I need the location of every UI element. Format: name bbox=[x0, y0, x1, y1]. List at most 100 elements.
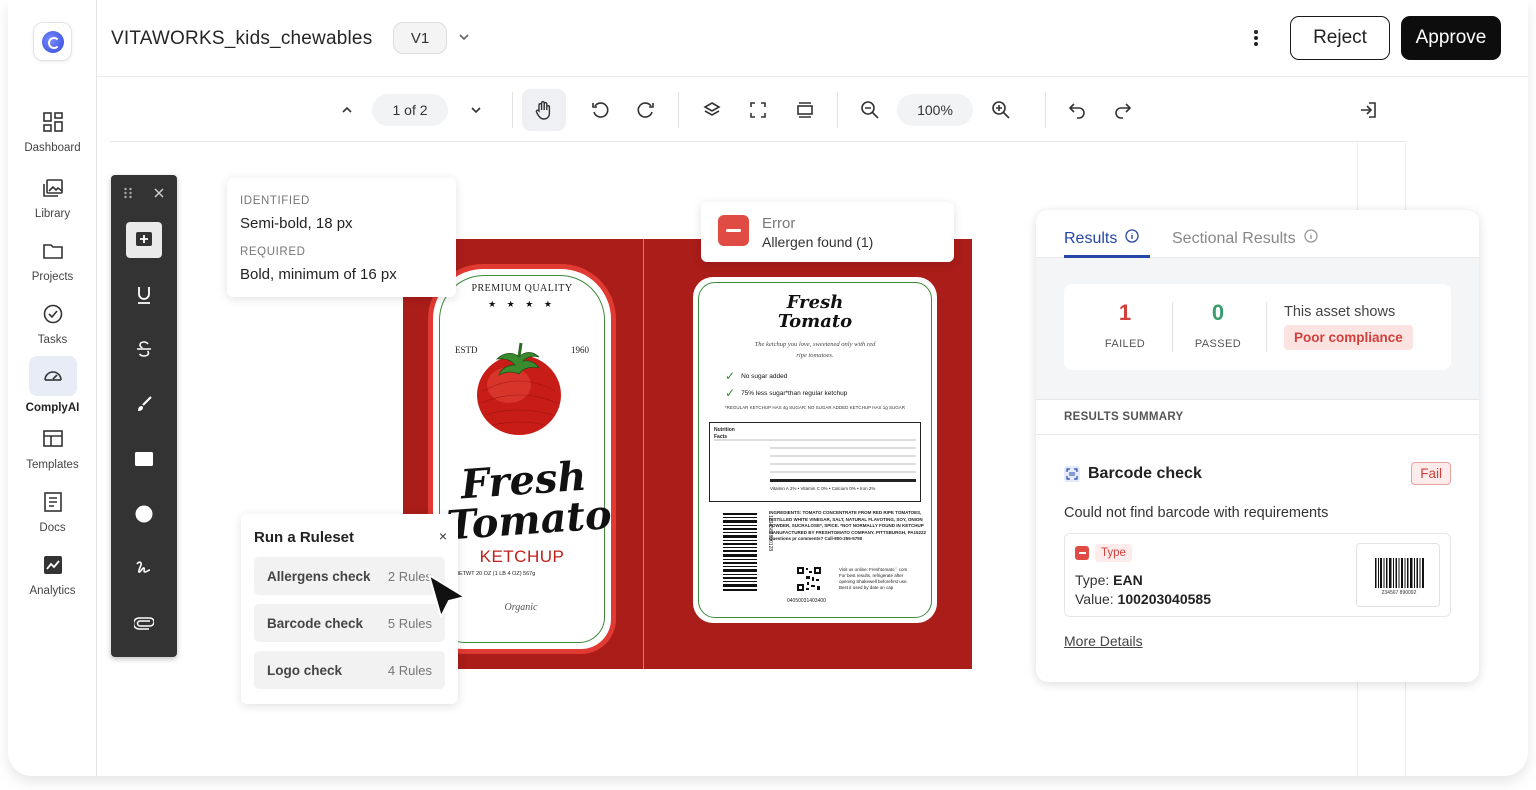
ruleset-name: Barcode check bbox=[267, 615, 364, 631]
attachment-icon[interactable] bbox=[126, 605, 162, 641]
nutrition-row bbox=[770, 471, 916, 473]
failed-count: 1 bbox=[1118, 300, 1132, 325]
questions-text: Questions pr comments? Call-800-255-5750 bbox=[769, 536, 863, 541]
tomato-illustration bbox=[477, 342, 561, 435]
nutrition-row bbox=[770, 463, 916, 465]
barcode-caption: 234567 890092 bbox=[1382, 590, 1417, 596]
underline-icon[interactable] bbox=[126, 277, 162, 313]
brush-icon[interactable] bbox=[126, 386, 162, 422]
failed-label: FAILED bbox=[1104, 338, 1146, 350]
rotate-left-icon[interactable] bbox=[588, 94, 612, 126]
compliance-badge: Poor compliance bbox=[1284, 325, 1413, 350]
error-icon bbox=[718, 215, 749, 246]
rectangle-icon[interactable] bbox=[126, 441, 162, 477]
status-badge: Fail bbox=[1411, 462, 1451, 485]
zoom-out-icon[interactable] bbox=[858, 94, 882, 126]
allergen-error-toast[interactable]: Error Allergen found (1) bbox=[701, 202, 954, 262]
chevron-down-icon[interactable] bbox=[464, 94, 488, 126]
barcode-graphic: 234567 890092 bbox=[1375, 558, 1424, 596]
premium-quality-text: PREMIUM QUALITY bbox=[471, 283, 573, 294]
chevron-up-icon[interactable] bbox=[335, 94, 359, 126]
check-description: Could not find barcode with requirements bbox=[1064, 505, 1329, 521]
app-logo[interactable] bbox=[33, 22, 72, 61]
ruleset-name: Logo check bbox=[267, 662, 343, 678]
label-artwork[interactable]: PREMIUM QUALITY ★ ★ ★ ★ ESTD 1960 Fresh … bbox=[403, 239, 972, 669]
zoom-level[interactable]: 100% bbox=[897, 94, 973, 126]
redo-icon[interactable] bbox=[1111, 94, 1135, 126]
sidebar-item-docs[interactable]: Docs bbox=[8, 490, 97, 534]
ruleset-count: 5 Rules bbox=[387, 615, 432, 631]
app-window: Dashboard Library Projects Tasks ComplyA… bbox=[8, 0, 1528, 776]
type-issue-badge: Type bbox=[1075, 544, 1132, 562]
folder-icon bbox=[41, 239, 65, 263]
sidebar-item-label: Analytics bbox=[29, 585, 76, 597]
chevron-down-icon[interactable] bbox=[457, 30, 471, 49]
ruleset-title: Run a Ruleset bbox=[254, 529, 355, 546]
analytics-icon bbox=[41, 553, 65, 577]
collapse-panel-icon[interactable] bbox=[1356, 94, 1380, 126]
circle-icon[interactable] bbox=[126, 496, 162, 532]
sidebar-item-library[interactable]: Library bbox=[8, 176, 97, 220]
back-label: Fresh Tomato The ketchup you love, sweet… bbox=[693, 277, 937, 623]
toolbar-divider bbox=[678, 92, 679, 128]
toolbar-divider bbox=[837, 92, 838, 128]
more-options-icon[interactable] bbox=[1252, 28, 1260, 53]
mouse-cursor-icon bbox=[428, 574, 466, 618]
close-icon[interactable]: × bbox=[439, 528, 447, 544]
tab-results[interactable]: Results bbox=[1064, 229, 1140, 248]
qr-number: 04050031403400 bbox=[787, 598, 826, 604]
fit-page-icon[interactable] bbox=[793, 94, 817, 126]
sidebar-item-projects[interactable]: Projects bbox=[8, 239, 97, 283]
ruleset-item-logo[interactable]: Logo check 4 Rules bbox=[254, 651, 445, 689]
rotate-right-icon[interactable] bbox=[634, 94, 658, 126]
required-value: Bold, minimum of 16 px bbox=[240, 266, 397, 283]
viewer-toolbar: 1 of 2 100% bbox=[110, 78, 1406, 142]
toolbar-divider bbox=[512, 92, 513, 128]
fullscreen-icon[interactable] bbox=[746, 94, 770, 126]
info-icon[interactable] bbox=[1303, 229, 1318, 248]
approve-button[interactable]: Approve bbox=[1401, 16, 1501, 60]
nutrition-row bbox=[770, 479, 916, 482]
type-value: EAN bbox=[1113, 572, 1143, 588]
ruleset-item-allergens[interactable]: Allergens check 2 Rules bbox=[254, 557, 445, 595]
artwork-fold-line bbox=[643, 239, 644, 669]
more-details-link[interactable]: More Details bbox=[1064, 633, 1143, 649]
nutrition-row bbox=[770, 447, 916, 449]
palette-header bbox=[111, 175, 177, 215]
error-icon bbox=[1075, 546, 1089, 560]
strikethrough-icon[interactable] bbox=[126, 331, 162, 367]
layers-icon[interactable] bbox=[700, 94, 724, 126]
signature-icon[interactable] bbox=[126, 550, 162, 586]
gauge-icon bbox=[28, 356, 77, 396]
sidebar-item-label: Dashboard bbox=[24, 142, 81, 154]
close-icon[interactable] bbox=[153, 186, 165, 204]
organic-stamp: Organic bbox=[504, 601, 538, 613]
page-indicator[interactable]: 1 of 2 bbox=[372, 94, 448, 126]
sidebar-item-templates[interactable]: Templates bbox=[8, 427, 97, 471]
templates-icon bbox=[41, 427, 65, 451]
drag-handle-icon[interactable] bbox=[123, 186, 133, 204]
type-label: Type: bbox=[1075, 572, 1114, 588]
barcode-thumbnail[interactable]: 234567 890092 bbox=[1356, 543, 1440, 607]
add-comment-icon[interactable] bbox=[126, 222, 162, 258]
hand-tool-icon[interactable] bbox=[522, 89, 566, 131]
net-weight: NETWT 20 OZ (1 LB 4 OZ) 567g bbox=[455, 571, 536, 577]
info-icon[interactable] bbox=[1125, 229, 1140, 248]
ruleset-item-barcode[interactable]: Barcode check 5 Rules bbox=[254, 604, 445, 642]
tab-sectional-results[interactable]: Sectional Results bbox=[1172, 229, 1318, 248]
sidebar-item-label: Tasks bbox=[37, 334, 68, 346]
sidebar-item-dashboard[interactable]: Dashboard bbox=[8, 110, 97, 154]
sidebar-item-tasks[interactable]: Tasks bbox=[8, 302, 97, 346]
tab-label: Sectional Results bbox=[1172, 229, 1296, 247]
annotation-palette bbox=[111, 175, 177, 657]
claim-text: 75% less sugar*than regular ketchup bbox=[741, 389, 848, 397]
version-selector[interactable]: V1 bbox=[393, 22, 447, 54]
zoom-in-icon[interactable] bbox=[989, 94, 1013, 126]
undo-icon[interactable] bbox=[1065, 94, 1089, 126]
sidebar-item-analytics[interactable]: Analytics bbox=[8, 553, 97, 597]
sidebar-item-complyai[interactable]: ComplyAI bbox=[8, 356, 97, 414]
identified-value: Semi-bold, 18 px bbox=[240, 215, 353, 232]
vertical-barcode bbox=[723, 513, 757, 591]
font-check-tooltip: IDENTIFIED Semi-bold, 18 px REQUIRED Bol… bbox=[227, 178, 456, 297]
reject-button[interactable]: Reject bbox=[1290, 16, 1390, 60]
